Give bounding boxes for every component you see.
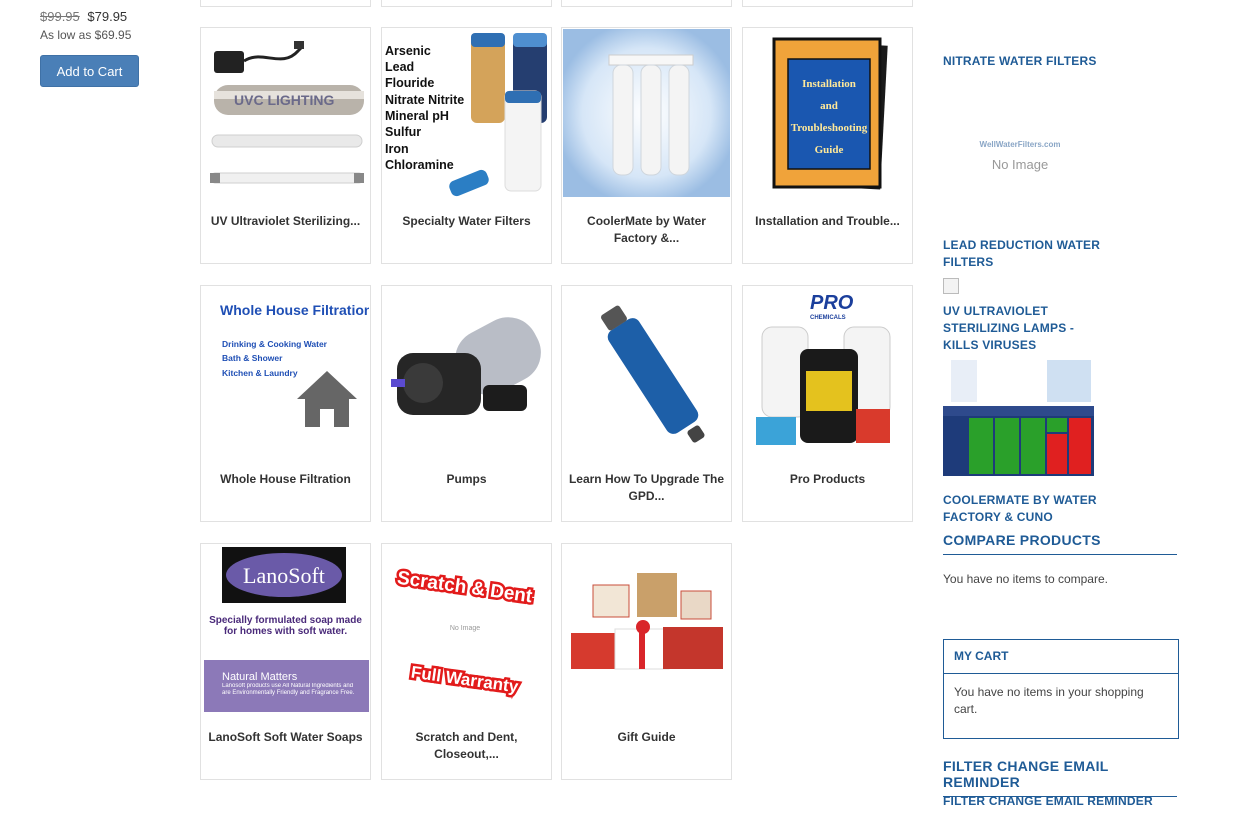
my-cart-empty-text: You have no items in your shopping cart. xyxy=(954,685,1144,716)
svg-text:PRO: PRO xyxy=(810,292,854,314)
category-tile-specialty[interactable]: Arsenic Lead Flouride Nitrate Nitrite Mi… xyxy=(381,27,552,264)
broken-image-icon[interactable] xyxy=(943,278,959,294)
category-tile-installation[interactable]: Installation and Troubleshooting Guide I… xyxy=(742,27,913,264)
my-cart-block: MY CART You have no items in your shoppi… xyxy=(943,639,1179,739)
svg-text:No Image: No Image xyxy=(450,625,480,632)
svg-text:Kitchen & Laundry: Kitchen & Laundry xyxy=(222,368,298,378)
coolermate-chart-image[interactable] xyxy=(943,358,1094,479)
category-tile-partial[interactable] xyxy=(561,0,732,7)
category-tile-partial[interactable] xyxy=(200,0,371,7)
category-label[interactable]: Pro Products xyxy=(749,471,906,488)
sidebar-link-uv[interactable]: UV ULTRAVIOLET STERILIZING LAMPS - KILLS… xyxy=(943,303,1103,354)
product-summary: $99.95 $79.95 As low as $69.95 Add to Ca… xyxy=(40,8,180,87)
filter-reminder-heading: FILTER CHANGE EMAIL REMINDER xyxy=(943,758,1177,797)
category-tile-gift-guide[interactable]: Gift Guide xyxy=(561,543,732,780)
category-label[interactable]: Specialty Water Filters xyxy=(388,213,545,230)
category-label[interactable]: CoolerMate by Water Factory &... xyxy=(568,213,725,247)
category-tile-partial[interactable] xyxy=(381,0,552,7)
compare-products-heading: COMPARE PRODUCTS xyxy=(943,532,1177,555)
price-row: $99.95 $79.95 xyxy=(40,8,180,26)
svg-text:Nitrate Nitrite: Nitrate Nitrite xyxy=(385,93,464,107)
category-label[interactable]: Learn How To Upgrade The GPD... xyxy=(568,471,725,505)
lanosoft-image: LanoSoft Specially formulated soap made … xyxy=(202,545,369,713)
svg-text:Arsenic: Arsenic xyxy=(385,44,431,58)
installation-guide-image: Installation and Troubleshooting Guide xyxy=(744,29,911,197)
svg-text:Chloramine: Chloramine xyxy=(385,158,454,172)
svg-text:Whole House Filtration: Whole House Filtration xyxy=(220,302,369,318)
category-tile-uv[interactable]: UVC LIGHTING UV Ultraviolet Sterilizing.… xyxy=(200,27,371,264)
category-tile-scratch-dent[interactable]: Scratch & Dent No Image Full Warranty Sc… xyxy=(381,543,552,780)
pro-products-image: PRO CHEMICALS xyxy=(744,287,911,455)
category-label[interactable]: LanoSoft Soft Water Soaps xyxy=(207,729,364,746)
svg-text:Sulfur: Sulfur xyxy=(385,125,421,139)
my-cart-title: MY CART xyxy=(944,640,1178,674)
svg-text:Natural Matters: Natural Matters xyxy=(222,671,298,683)
whole-house-image: Whole House Filtration Drinking & Cookin… xyxy=(202,287,369,455)
svg-text:Iron: Iron xyxy=(385,142,409,156)
category-label[interactable]: UV Ultraviolet Sterilizing... xyxy=(207,213,364,230)
as-low-as-price: As low as $69.95 xyxy=(40,28,132,42)
compare-empty-text: You have no items to compare. xyxy=(943,572,1108,586)
sidebar-link-nitrate[interactable]: NITRATE WATER FILTERS xyxy=(943,53,1103,70)
add-to-cart-button[interactable]: Add to Cart xyxy=(40,55,139,87)
sidebar-link-lead[interactable]: LEAD REDUCTION WATER FILTERS xyxy=(943,237,1103,271)
category-tile-whole-house[interactable]: Whole House Filtration Drinking & Cookin… xyxy=(200,285,371,522)
filter-reminder-link[interactable]: FILTER CHANGE EMAIL REMINDER xyxy=(943,793,1177,810)
svg-text:LanoSoft: LanoSoft xyxy=(243,563,325,588)
svg-text:Lead: Lead xyxy=(385,60,414,74)
category-tile-coolermate[interactable]: CoolerMate by Water Factory &... xyxy=(561,27,732,264)
svg-text:UVC LIGHTING: UVC LIGHTING xyxy=(234,92,334,108)
svg-text:Bath & Shower: Bath & Shower xyxy=(222,353,283,363)
gift-guide-image xyxy=(563,545,730,713)
svg-text:Troubleshooting: Troubleshooting xyxy=(791,122,868,134)
category-tile-partial[interactable] xyxy=(742,0,913,7)
category-tile-lanosoft[interactable]: LanoSoft Specially formulated soap made … xyxy=(200,543,371,780)
specialty-filters-image: Arsenic Lead Flouride Nitrate Nitrite Mi… xyxy=(383,29,550,197)
category-tile-upgrade-gpd[interactable]: Learn How To Upgrade The GPD... xyxy=(561,285,732,522)
svg-text:Mineral pH: Mineral pH xyxy=(385,109,449,123)
no-image-text: No Image xyxy=(991,157,1049,172)
category-label[interactable]: Installation and Trouble... xyxy=(749,213,906,230)
svg-text:CHEMICALS: CHEMICALS xyxy=(810,315,846,321)
special-price: $79.95 xyxy=(87,9,128,24)
uv-lamp-image: UVC LIGHTING xyxy=(202,29,369,197)
svg-text:Flouride: Flouride xyxy=(385,76,434,90)
category-tile-pro-products[interactable]: PRO CHEMICALS Pro Products xyxy=(742,285,913,522)
svg-text:and: and xyxy=(820,100,838,112)
pump-image xyxy=(383,287,550,455)
home-icon xyxy=(297,371,357,427)
category-label[interactable]: Whole House Filtration xyxy=(207,471,364,488)
sidebar-link-coolermate[interactable]: COOLERMATE BY WATER FACTORY & CUNO xyxy=(943,492,1103,526)
category-tile-pumps[interactable]: Pumps xyxy=(381,285,552,522)
no-image-placeholder: WellWaterFilters.com No Image xyxy=(972,140,1068,172)
category-label[interactable]: Gift Guide xyxy=(568,729,725,746)
watermark-logo: WellWaterFilters.com xyxy=(979,140,1061,149)
coolermate-image xyxy=(563,29,730,197)
svg-text:Guide: Guide xyxy=(815,144,844,156)
ro-membrane-image xyxy=(563,287,730,455)
svg-text:Full Warranty: Full Warranty xyxy=(410,663,520,697)
svg-text:Scratch & Dent: Scratch & Dent xyxy=(396,568,534,608)
svg-text:Installation: Installation xyxy=(802,78,856,90)
category-label[interactable]: Pumps xyxy=(388,471,545,488)
scratch-dent-image: Scratch & Dent No Image Full Warranty xyxy=(383,545,550,713)
svg-text:Drinking & Cooking Water: Drinking & Cooking Water xyxy=(222,339,328,349)
category-label[interactable]: Scratch and Dent, Closeout,... xyxy=(388,729,545,763)
old-price: $99.95 xyxy=(40,9,80,24)
